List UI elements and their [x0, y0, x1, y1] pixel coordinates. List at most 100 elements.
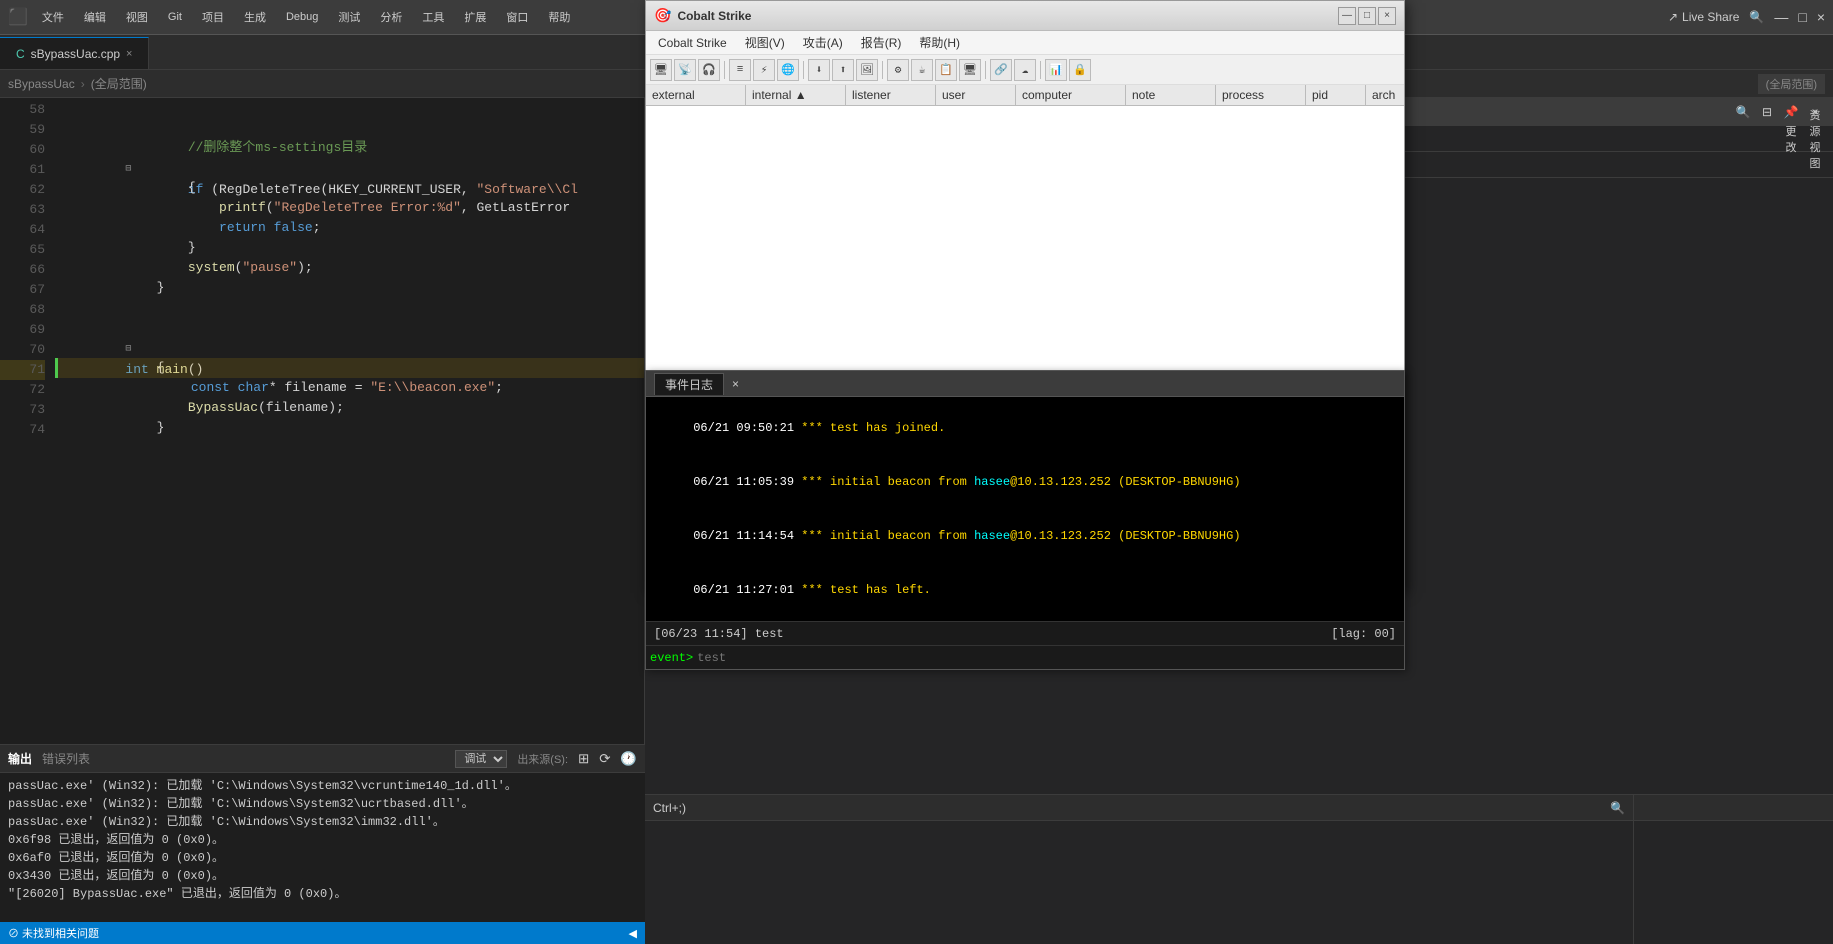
cs-tool-icon-10[interactable]: ⚙ [887, 59, 909, 81]
rp-change-view[interactable]: 更改 [1781, 129, 1801, 149]
bottom-panel-header: 输出 错误列表 调试 出来源(S): ⊞ ⟳ 🕐 [0, 745, 645, 773]
cs-title-text: Cobalt Strike [677, 9, 1332, 23]
title-right: ↗ Live Share 🔍 — □ × [1668, 9, 1825, 25]
tab-label: sBypassUac.cpp [31, 47, 120, 61]
cs-tool-sep-5 [1040, 61, 1041, 79]
cs-menu-view[interactable]: 视图(V) [737, 32, 793, 53]
cs-menu-report[interactable]: 报告(R) [853, 32, 910, 53]
cs-col-user[interactable]: user [936, 85, 1016, 105]
menu-file[interactable]: 文件 [36, 7, 70, 27]
cs-col-external[interactable]: external [646, 85, 746, 105]
output-icon1[interactable]: ⊞ [578, 751, 589, 767]
cs-toolbar: 🖥 📡 🎧 ≡ ⚡ 🌐 ⬇ ⬆ 🖼 ⚙ ☕ 📋 🖥 🔗 ☁ 📊 🔒 [646, 55, 1404, 85]
bottom-right-right [1633, 795, 1833, 944]
cs-tool-icon-1[interactable]: 🖥 [650, 59, 672, 81]
tab-icon: C [16, 47, 25, 61]
cs-log-content[interactable]: 06/21 09:50:21 *** test has joined. 06/2… [646, 397, 1404, 621]
bottom-tab-1[interactable]: Ctrl+;) [653, 801, 686, 815]
output-icon3[interactable]: 🕐 [620, 751, 637, 767]
source-dropdown[interactable]: 调试 [455, 750, 507, 768]
menu-test[interactable]: 测试 [332, 7, 366, 27]
rp-pin-btn[interactable]: 📌 [1781, 102, 1801, 122]
event-log-tab-label: 事件日志 [665, 378, 713, 392]
cs-tool-icon-17[interactable]: 🔒 [1069, 59, 1091, 81]
cs-tool-sep-1 [724, 61, 725, 79]
no-issues-label: ⊘ 未找到相关问题 [8, 925, 99, 941]
filter-input[interactable]: (全局范围) [1758, 74, 1825, 94]
cs-tool-icon-8[interactable]: ⬆ [832, 59, 854, 81]
cs-tool-icon-7[interactable]: ⬇ [808, 59, 830, 81]
cs-tool-sep-3 [882, 61, 883, 79]
cs-tool-icon-11[interactable]: ☕ [911, 59, 933, 81]
live-share-label: Live Share [1682, 10, 1739, 24]
menu-window[interactable]: 窗口 [500, 7, 534, 27]
cs-menu-help[interactable]: 帮助(H) [911, 32, 968, 53]
cs-tool-icon-4[interactable]: ≡ [729, 59, 751, 81]
menu-view[interactable]: 视图 [120, 7, 154, 27]
cs-tool-icon-14[interactable]: 🔗 [990, 59, 1012, 81]
cs-menu-cobalt[interactable]: Cobalt Strike [650, 34, 735, 52]
menu-edit[interactable]: 编辑 [78, 7, 112, 27]
output-tab[interactable]: 输出 [8, 750, 32, 767]
menu-tools[interactable]: 工具 [416, 7, 450, 27]
rp-collapse-btn[interactable]: ⊟ [1757, 102, 1777, 122]
output-icon2[interactable]: ⟳ [599, 751, 610, 767]
cs-tool-icon-2[interactable]: 📡 [674, 59, 696, 81]
cs-tool-icon-12[interactable]: 📋 [935, 59, 957, 81]
log-prompt: event> [650, 651, 693, 665]
event-log-close-tab[interactable]: × [732, 377, 739, 391]
menu-extensions[interactable]: 扩展 [458, 7, 492, 27]
vs-icon: ⬛ [8, 7, 28, 27]
cs-col-computer[interactable]: computer [1016, 85, 1126, 105]
restore-icon[interactable]: □ [1798, 9, 1806, 25]
menu-project[interactable]: 项目 [196, 7, 230, 27]
bottom-search-icon[interactable]: 🔍 [1610, 801, 1625, 815]
minimize-icon[interactable]: — [1774, 9, 1788, 25]
cs-tool-icon-13[interactable]: 🖥 [959, 59, 981, 81]
cs-log-status: [06/23 11:54] test [lag: 00] [646, 621, 1404, 645]
cs-col-arch[interactable]: arch [1366, 85, 1404, 105]
cs-tool-icon-5[interactable]: ⚡ [753, 59, 775, 81]
cs-minimize-btn[interactable]: — [1338, 7, 1356, 25]
code-line-74 [55, 418, 644, 438]
log-entry-1: 06/21 11:05:39 *** initial beacon from h… [650, 455, 1400, 509]
cs-tool-icon-16[interactable]: 📊 [1045, 59, 1067, 81]
close-window-icon[interactable]: × [1817, 9, 1825, 25]
cs-col-pid[interactable]: pid [1306, 85, 1366, 105]
live-share-icon: ↗ [1668, 10, 1678, 24]
event-log-tab[interactable]: 事件日志 [654, 373, 724, 395]
rp-search-btn[interactable]: 🔍 [1733, 102, 1753, 122]
cs-menu-attack[interactable]: 攻击(A) [795, 32, 851, 53]
cs-tool-icon-3[interactable]: 🎧 [698, 59, 720, 81]
menu-analyze[interactable]: 分析 [374, 7, 408, 27]
log-command-input[interactable] [697, 651, 1400, 665]
live-share-button[interactable]: ↗ Live Share [1668, 10, 1739, 24]
tab-close-icon[interactable]: × [126, 48, 132, 60]
menu-build[interactable]: 生成 [238, 7, 272, 27]
menu-git[interactable]: Git [162, 9, 188, 25]
rp-resource-view[interactable]: 资源视图 [1805, 129, 1825, 149]
cs-col-listener[interactable]: listener [846, 85, 936, 105]
bottom-right-right-header [1634, 795, 1833, 821]
code-line-63: return false; [55, 198, 644, 218]
search-icon[interactable]: 🔍 [1749, 10, 1764, 24]
error-list-tab[interactable]: 错误列表 [42, 750, 90, 767]
menu-debug[interactable]: Debug [280, 9, 324, 25]
code-line-59: //删除整个ms-settings目录 [55, 118, 644, 138]
cs-tool-icon-9[interactable]: 🖼 [856, 59, 878, 81]
code-line-64: } [55, 218, 644, 238]
cs-log-input[interactable]: event> [646, 645, 1404, 669]
code-line-60: ⊟ if (RegDeleteTree(HKEY_CURRENT_USER, "… [55, 138, 644, 158]
cs-close-btn[interactable]: × [1378, 7, 1396, 25]
tab-bypassuac[interactable]: C sBypassUac.cpp × [0, 37, 149, 69]
cs-col-internal[interactable]: internal ▲ [746, 85, 846, 105]
cs-tool-icon-15[interactable]: ☁ [1014, 59, 1036, 81]
cs-col-process[interactable]: process [1216, 85, 1306, 105]
output-line-1: passUac.exe' (Win32): 已加载 'C:\Windows\Sy… [8, 777, 637, 795]
code-line-62: printf("RegDeleteTree Error:%d", GetLast… [55, 178, 644, 198]
cs-tool-icon-6[interactable]: 🌐 [777, 59, 799, 81]
output-line-6: 0x3430 已退出，返回值为 0 (0x0)。 [8, 867, 637, 885]
cs-maximize-btn[interactable]: □ [1358, 7, 1376, 25]
menu-help[interactable]: 帮助 [542, 7, 576, 27]
cs-col-note[interactable]: note [1126, 85, 1216, 105]
